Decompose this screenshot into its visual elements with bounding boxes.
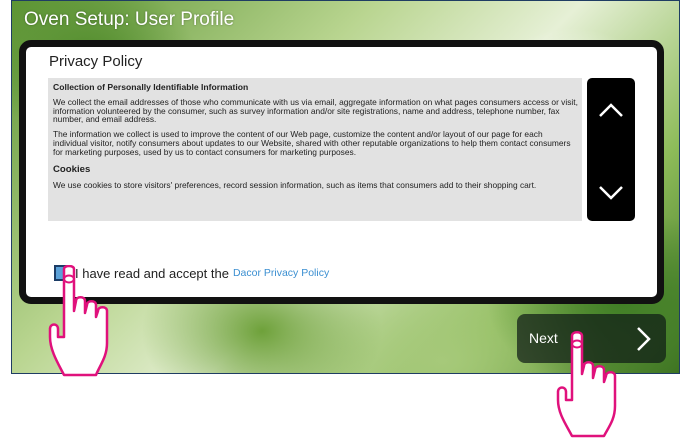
privacy-policy-link[interactable]: Dacor Privacy Policy [233,267,329,279]
tap-hand-icon [48,265,109,377]
scroll-up-button[interactable] [587,86,635,134]
dialog-title: Privacy Policy [49,53,143,70]
section-heading: Cookies [53,164,91,176]
scroll-bar [587,78,635,221]
chevron-down-icon [599,186,623,200]
policy-paragraph: We collect the email addresses of those … [53,97,578,125]
policy-paragraph: The information we collect is used to im… [53,129,571,157]
policy-text-area[interactable]: Collection of Personally Identifiable In… [48,78,582,221]
screen-title: Oven Setup: User Profile [24,9,235,30]
tap-hand-icon [556,331,617,438]
section-heading: Collection of Personally Identifiable In… [53,82,249,92]
scroll-down-button[interactable] [587,169,635,217]
policy-paragraph: We use cookies to store visitors' prefer… [53,180,537,191]
chevron-right-icon [637,327,651,351]
chevron-up-icon [599,103,623,117]
